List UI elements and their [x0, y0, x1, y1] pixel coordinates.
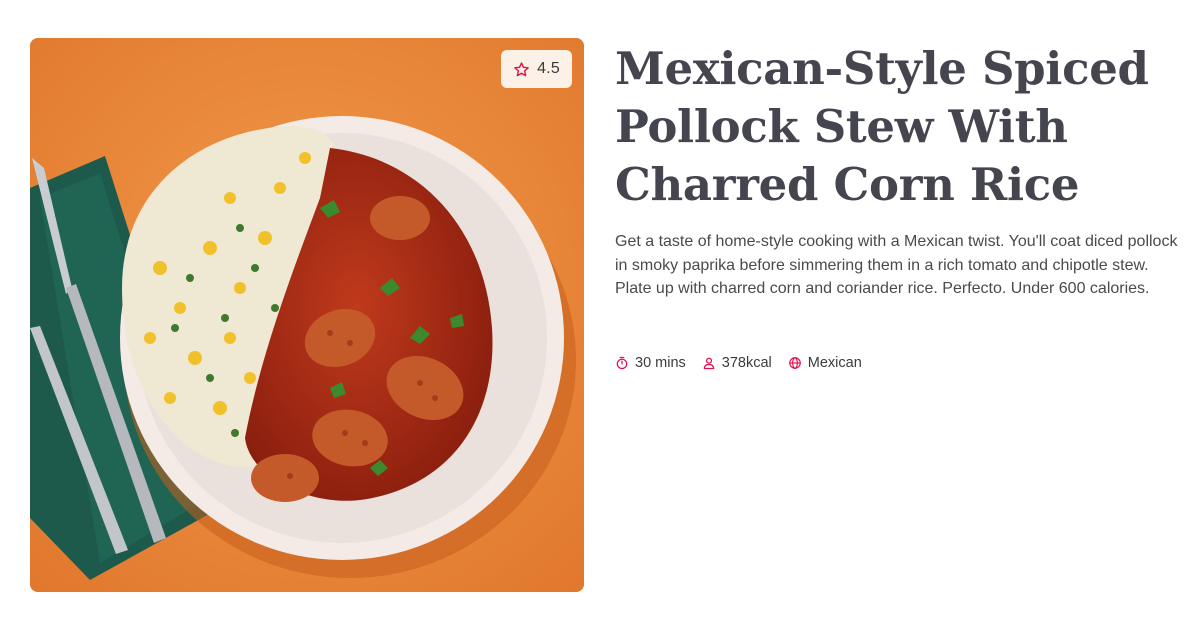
- timer-icon: [616, 356, 628, 370]
- meta-time: 30 mins: [615, 355, 686, 371]
- recipe-card: 4.5 Mexican-Style Spiced Pollock Stew Wi…: [0, 0, 1200, 630]
- meta-cuisine: Mexican: [788, 355, 862, 371]
- rating-value: 4.5: [537, 60, 560, 77]
- meta-calories: 378kcal: [702, 355, 772, 371]
- star-icon: [514, 61, 529, 76]
- recipe-description: Get a taste of home-style cooking with a…: [615, 233, 1178, 297]
- meta-cuisine-label: Mexican: [807, 355, 862, 371]
- meta-time-label: 30 mins: [635, 355, 686, 371]
- recipe-meta: 30 mins 378kcal Mexican: [615, 355, 862, 371]
- recipe-title: Mexican-Style Spiced Pollock Stew With C…: [615, 42, 1149, 211]
- recipe-photo: [30, 38, 584, 592]
- meta-calories-label: 378kcal: [721, 355, 772, 371]
- globe-icon: [788, 357, 801, 369]
- rating-badge: 4.5: [501, 50, 572, 88]
- person-icon: [703, 357, 715, 370]
